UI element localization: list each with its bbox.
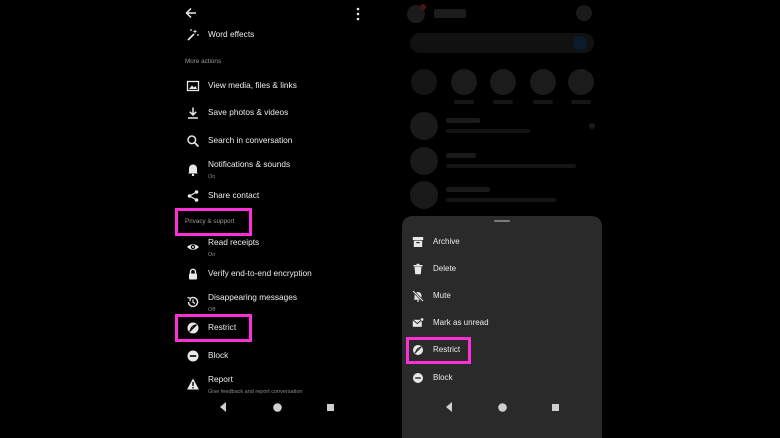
- android-back-button[interactable]: [218, 401, 228, 417]
- nav-recents-icon: [327, 404, 334, 411]
- conversation-settings-screen: Word effects More actions View media, fi…: [172, 0, 364, 438]
- verify-encryption-item[interactable]: Verify end-to-end encryption: [172, 263, 364, 287]
- android-home-button[interactable]: [272, 402, 283, 418]
- report-item[interactable]: Report Give feedback and report conversa…: [172, 373, 364, 397]
- mark-as-unread-label: Mark as unread: [433, 318, 489, 327]
- restrict-item[interactable]: Restrict: [172, 317, 364, 341]
- magic-wand-icon: [187, 29, 199, 41]
- nav-home-icon: [273, 403, 282, 412]
- restrict-label: Restrict: [208, 322, 237, 332]
- notifications-item[interactable]: Notifications & sounds On: [172, 158, 364, 182]
- nav-recents-icon: [552, 404, 559, 411]
- nav-back-icon: [446, 402, 452, 412]
- back-arrow-icon[interactable]: [184, 6, 198, 20]
- report-label: Report: [208, 374, 233, 384]
- notifications-status: On: [208, 174, 216, 180]
- conversation-actions-sheet: Archive Delete Mute Mark as unread Restr…: [402, 216, 602, 438]
- search-icon: [187, 135, 200, 148]
- timer-icon: [187, 296, 199, 308]
- share-contact-item[interactable]: Share contact: [172, 185, 364, 209]
- archive-option[interactable]: Archive: [402, 232, 602, 254]
- more-actions-header: More actions: [185, 58, 222, 65]
- block-label: Block: [208, 350, 229, 360]
- verify-encryption-label: Verify end-to-end encryption: [208, 268, 312, 278]
- image-icon: [186, 80, 200, 92]
- block-item[interactable]: Block: [172, 345, 364, 369]
- delete-label: Delete: [433, 264, 457, 273]
- restrict-option[interactable]: Restrict: [402, 340, 602, 362]
- block-option[interactable]: Block: [402, 368, 602, 390]
- nav-home-icon: [498, 403, 507, 412]
- archive-label: Archive: [433, 237, 460, 246]
- delete-option[interactable]: Delete: [402, 259, 602, 281]
- archive-icon: [412, 237, 424, 247]
- trash-icon: [413, 263, 423, 275]
- more-options-icon[interactable]: [356, 7, 360, 21]
- view-media-item[interactable]: View media, files & links: [172, 75, 364, 99]
- word-effects-label: Word effects: [208, 29, 255, 39]
- share-icon: [187, 190, 199, 202]
- warning-icon: [187, 378, 199, 390]
- mute-label: Mute: [433, 291, 451, 300]
- notifications-label: Notifications & sounds: [208, 159, 291, 169]
- mute-option[interactable]: Mute: [402, 286, 602, 308]
- restrict-icon: [187, 322, 199, 334]
- save-photos-item[interactable]: Save photos & videos: [172, 102, 364, 126]
- restrict-icon: [413, 345, 423, 355]
- word-effects-item[interactable]: Word effects: [172, 24, 364, 48]
- block-icon: [413, 373, 423, 383]
- lock-icon: [189, 268, 197, 280]
- android-recents-button[interactable]: [326, 403, 335, 419]
- nav-back-icon: [220, 402, 226, 412]
- save-photos-label: Save photos & videos: [208, 107, 289, 117]
- android-home-button[interactable]: [497, 402, 508, 418]
- android-back-button[interactable]: [444, 401, 454, 417]
- disappearing-messages-status: Off: [208, 307, 216, 313]
- dimmed-chat-list: [407, 4, 595, 209]
- disappearing-messages-label: Disappearing messages: [208, 292, 298, 302]
- mark-as-unread-option[interactable]: Mark as unread: [402, 313, 602, 335]
- mail-unread-icon: [412, 317, 424, 327]
- eye-icon: [187, 244, 199, 250]
- block-icon: [187, 350, 199, 362]
- bell-off-icon: [412, 290, 424, 302]
- disappearing-messages-item[interactable]: Disappearing messages Off: [172, 291, 364, 315]
- search-conversation-label: Search in conversation: [208, 135, 293, 145]
- download-icon: [188, 107, 198, 119]
- privacy-support-header: Privacy & support: [185, 218, 235, 225]
- search-conversation-item[interactable]: Search in conversation: [172, 130, 364, 154]
- restrict-label: Restrict: [433, 345, 461, 354]
- sheet-drag-handle[interactable]: [494, 220, 510, 222]
- read-receipts-label: Read receipts: [208, 237, 260, 247]
- read-receipts-status: On: [208, 252, 216, 258]
- chats-screen: Archive Delete Mute Mark as unread Restr…: [402, 0, 602, 438]
- report-sublabel: Give feedback and report conversation: [208, 389, 303, 395]
- android-recents-button[interactable]: [551, 403, 560, 419]
- share-contact-label: Share contact: [208, 190, 260, 200]
- view-media-label: View media, files & links: [208, 80, 297, 90]
- bell-icon: [188, 164, 198, 176]
- block-label: Block: [433, 373, 453, 382]
- read-receipts-item[interactable]: Read receipts On: [172, 236, 364, 260]
